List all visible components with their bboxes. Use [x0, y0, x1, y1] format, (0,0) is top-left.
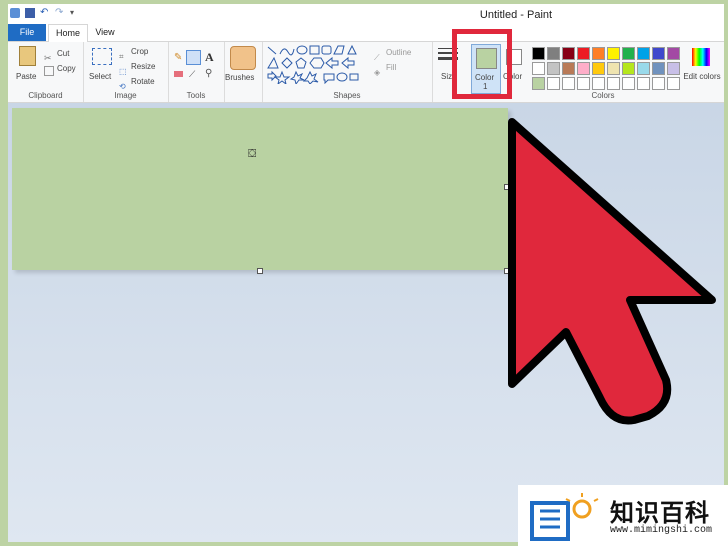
palette-swatch[interactable]	[577, 62, 590, 75]
copy-button[interactable]: Copy	[44, 63, 80, 76]
palette-swatch[interactable]	[622, 77, 635, 90]
outline-icon: ⟋	[374, 53, 380, 62]
paste-label: Paste	[16, 72, 37, 81]
palette-swatch[interactable]	[547, 62, 560, 75]
edit-colors-button[interactable]: Edit colors	[682, 46, 722, 90]
drawing-canvas[interactable]	[12, 108, 508, 270]
palette-swatch[interactable]	[562, 77, 575, 90]
ribbon-tabs: File Home View	[8, 24, 724, 42]
rainbow-icon	[692, 48, 710, 66]
canvas-resize-handle[interactable]	[257, 268, 263, 274]
select-label: Select	[89, 72, 112, 81]
rotate-label: Rotate	[131, 77, 155, 86]
paste-icon	[19, 46, 36, 66]
colors-group-label: Colors	[591, 91, 615, 100]
paste-button[interactable]: Paste	[14, 46, 40, 88]
crop-label: Crop	[131, 47, 149, 56]
watermark: 知识百科 www.mimingshi.com	[518, 485, 728, 546]
palette-swatch[interactable]	[667, 47, 680, 60]
canvas-resize-handle[interactable]	[504, 184, 510, 190]
palette-swatch[interactable]	[577, 47, 590, 60]
palette-swatch[interactable]	[532, 47, 545, 60]
palette-swatch[interactable]	[652, 47, 665, 60]
fill-icon: ◈	[374, 68, 381, 77]
palette-swatch[interactable]	[652, 62, 665, 75]
fill-label: Fill	[386, 63, 397, 72]
scissors-icon: ✂	[44, 53, 52, 63]
edit-colors-label: Edit colors	[683, 72, 721, 81]
fill-bucket-icon[interactable]	[186, 50, 201, 65]
fill-button[interactable]: ◈ Fill	[374, 62, 429, 77]
shapes-group: ⟋ Outline ◈ Fill Shapes	[262, 42, 433, 102]
paint-window: ↶ ↷ ▾ Untitled - Paint File Home View Pa…	[8, 4, 724, 542]
tools-group: ✎ A ⟋ ⚲ Tools	[168, 42, 225, 102]
select-icon	[92, 48, 112, 65]
shapes-group-label: Shapes	[333, 91, 361, 100]
palette-swatch[interactable]	[532, 77, 545, 90]
palette-swatch[interactable]	[607, 47, 620, 60]
tab-file[interactable]: File	[8, 24, 46, 41]
resize-icon: ⬚	[119, 67, 127, 76]
palette-swatch[interactable]	[577, 77, 590, 90]
ribbon: Paste ✂ Cut Copy Clipboard Select ⌗ Crop	[8, 42, 724, 103]
palette-swatch[interactable]	[562, 62, 575, 75]
cut-label: Cut	[57, 49, 70, 58]
crop-icon: ⌗	[119, 52, 124, 61]
watermark-text: 知识百科	[610, 500, 710, 527]
tab-view[interactable]: View	[88, 24, 122, 41]
color-picker-icon[interactable]: ⟋	[189, 69, 195, 80]
rotate-button[interactable]: ⟲ Rotate	[119, 76, 165, 91]
title-bar: ↶ ↷ ▾ Untitled - Paint	[8, 4, 724, 24]
highlight-box	[452, 29, 512, 99]
palette-swatch[interactable]	[652, 77, 665, 90]
text-tool-icon[interactable]: A	[205, 50, 214, 65]
palette-swatch[interactable]	[622, 47, 635, 60]
palette-swatch[interactable]	[592, 77, 605, 90]
resize-button[interactable]: ⬚ Resize	[119, 61, 165, 76]
canvas-resize-handle[interactable]	[504, 268, 510, 274]
copy-label: Copy	[57, 64, 76, 73]
palette-swatch[interactable]	[592, 62, 605, 75]
palette-swatch[interactable]	[622, 62, 635, 75]
fill-cursor-icon: ⛋	[248, 148, 257, 160]
palette-swatch[interactable]	[547, 77, 560, 90]
palette-swatch[interactable]	[667, 62, 680, 75]
clipboard-group: Paste ✂ Cut Copy Clipboard	[8, 42, 84, 102]
brush-icon	[230, 46, 256, 70]
palette-swatch[interactable]	[667, 77, 680, 90]
crop-button[interactable]: ⌗ Crop	[119, 46, 165, 61]
tools-group-label: Tools	[186, 91, 206, 100]
outline-label: Outline	[386, 48, 412, 57]
rotate-icon: ⟲	[119, 82, 126, 91]
palette-swatch[interactable]	[607, 62, 620, 75]
brushes-button[interactable]: Brushes	[224, 42, 263, 102]
copy-icon	[44, 66, 54, 76]
palette-swatch[interactable]	[607, 77, 620, 90]
palette-swatch[interactable]	[547, 47, 560, 60]
window-title: Untitled - Paint	[479, 9, 553, 21]
outline-button[interactable]: ⟋ Outline	[374, 47, 429, 62]
clipboard-group-label: Clipboard	[28, 91, 63, 100]
color-palette	[530, 45, 680, 91]
image-group: Select ⌗ Crop ⬚ Resize ⟲ Rotate Image	[83, 42, 169, 102]
select-button[interactable]: Select	[89, 46, 115, 88]
pencil-icon[interactable]: ✎	[174, 52, 182, 63]
palette-swatch[interactable]	[637, 77, 650, 90]
eraser-icon[interactable]	[174, 71, 183, 77]
palette-swatch[interactable]	[592, 47, 605, 60]
resize-label: Resize	[131, 62, 156, 71]
brushes-label: Brushes	[225, 73, 255, 82]
palette-swatch[interactable]	[637, 62, 650, 75]
palette-swatch[interactable]	[532, 62, 545, 75]
magnifier-icon[interactable]: ⚲	[205, 68, 212, 79]
image-group-label: Image	[114, 91, 137, 100]
watermark-url: www.mimingshi.com	[610, 525, 713, 536]
cut-button[interactable]: ✂ Cut	[44, 48, 80, 63]
palette-swatch[interactable]	[562, 47, 575, 60]
tab-home[interactable]: Home	[48, 24, 88, 42]
palette-swatch[interactable]	[637, 47, 650, 60]
book-lightbulb-icon	[530, 493, 599, 541]
shapes-gallery[interactable]	[266, 44, 366, 84]
